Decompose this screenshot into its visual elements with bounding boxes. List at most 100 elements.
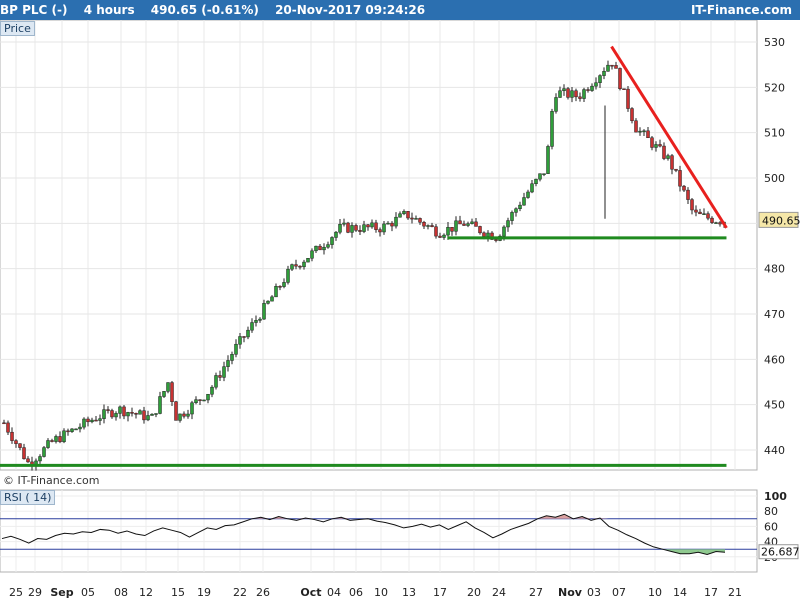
y-tick-label: 520 <box>764 81 785 94</box>
candle-body <box>122 406 126 417</box>
candle-body <box>202 399 206 402</box>
candle-body <box>314 245 318 252</box>
chart-header: BP PLC (-) 4 hours 490.65 (-0.61%) 20-No… <box>0 0 800 20</box>
x-tick-label: 25 <box>9 586 23 599</box>
candle-body <box>242 336 246 338</box>
x-tick-label: 08 <box>114 586 128 599</box>
candle-body <box>222 366 226 378</box>
candle-body <box>690 199 694 211</box>
candle-body <box>274 286 278 298</box>
candle-body <box>6 422 10 433</box>
candle-body <box>654 144 658 148</box>
candle-body <box>426 225 430 227</box>
candle-body <box>494 239 498 241</box>
candle-body <box>38 456 42 462</box>
candle-body <box>186 413 190 417</box>
candle-body <box>430 225 434 227</box>
candle-body <box>150 413 154 416</box>
symbol-label[interactable]: BP PLC (-) <box>0 3 68 17</box>
candle-body <box>630 108 634 122</box>
x-tick-label: 26 <box>256 586 270 599</box>
candle-body <box>138 410 142 415</box>
y-tick-label: 470 <box>764 308 785 321</box>
candle-body <box>106 409 110 411</box>
candle-body <box>178 413 182 421</box>
candle-body <box>450 227 454 232</box>
candle-body <box>670 155 674 170</box>
candle-body <box>530 183 534 193</box>
candle-body <box>326 244 330 248</box>
x-tick-label: 27 <box>529 586 543 599</box>
candle-body <box>270 296 274 302</box>
candle-body <box>58 436 62 443</box>
candle-body <box>658 144 662 147</box>
x-tick-label: 21 <box>728 586 742 599</box>
candle-body <box>422 221 426 227</box>
candle-body <box>206 393 210 401</box>
candle-body <box>190 402 194 415</box>
candle-body <box>562 88 566 92</box>
candle-body <box>350 225 354 233</box>
candle-body <box>210 386 214 395</box>
candle-body <box>234 343 238 355</box>
candle-body <box>14 440 18 444</box>
candle-body <box>158 396 162 414</box>
y-tick-label: 460 <box>764 353 785 366</box>
candle-body <box>26 458 30 463</box>
rsi-last-value: 26.687 <box>761 546 800 559</box>
candle-body <box>194 399 198 404</box>
x-tick-label: Nov <box>558 586 583 599</box>
x-tick-label: 12 <box>139 586 153 599</box>
candle-body <box>474 221 478 227</box>
timeframe-label[interactable]: 4 hours <box>84 3 135 17</box>
x-tick-label: 03 <box>587 586 601 599</box>
candle-body <box>286 268 290 283</box>
candle-body <box>550 111 554 147</box>
candle-body <box>390 222 394 227</box>
candle-body <box>278 286 282 288</box>
candle-body <box>258 318 262 321</box>
candle-body <box>706 213 710 219</box>
y-tick-label: 440 <box>764 444 785 457</box>
x-tick-label: 29 <box>28 586 42 599</box>
last-price-label: 490.65 <box>762 214 800 227</box>
candle-body <box>262 303 266 320</box>
candle-body <box>174 401 178 421</box>
candle-body <box>10 431 14 441</box>
candle-body <box>62 430 66 443</box>
candle-body <box>466 223 470 226</box>
candle-body <box>266 300 270 304</box>
candle-body <box>606 64 610 72</box>
candle-body <box>718 222 722 225</box>
candle-body <box>402 211 406 215</box>
x-tick-label: 10 <box>648 586 662 599</box>
candle-body <box>310 250 314 259</box>
price-panel-label: Price <box>0 21 35 36</box>
candle-body <box>622 88 626 90</box>
candle-body <box>90 419 94 423</box>
candle-body <box>522 197 526 206</box>
candle-body <box>438 235 442 238</box>
candle-body <box>478 226 482 234</box>
candle-body <box>250 322 254 331</box>
candle-body <box>578 96 582 99</box>
candle-body <box>170 382 174 402</box>
candle-body <box>98 418 102 421</box>
candle-body <box>330 237 334 245</box>
brand-label[interactable]: IT-Finance.com <box>691 3 792 17</box>
candle-body <box>590 85 594 91</box>
x-tick-label: 14 <box>673 586 687 599</box>
candle-body <box>546 146 550 174</box>
candle-body <box>382 223 386 233</box>
candle-body <box>130 412 134 414</box>
candle-body <box>294 264 298 267</box>
candle-body <box>182 413 186 417</box>
x-tick-label: 06 <box>349 586 363 599</box>
candle-body <box>110 410 114 418</box>
candle-body <box>94 419 98 422</box>
rsi-y-tick-label: 60 <box>764 520 778 533</box>
candle-body <box>18 443 22 448</box>
x-tick-label: 20 <box>467 586 481 599</box>
candle-body <box>482 232 486 237</box>
candle-body <box>102 409 106 419</box>
